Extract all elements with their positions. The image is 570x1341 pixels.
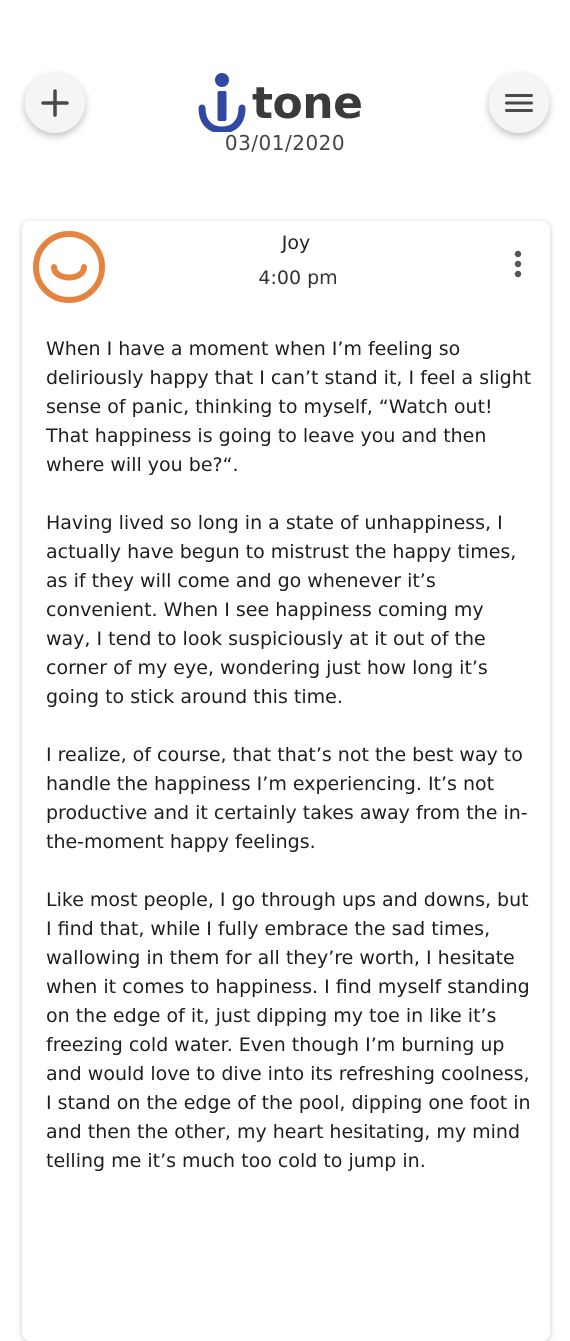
add-entry-button[interactable] (25, 73, 85, 133)
app-name: tone (252, 78, 363, 129)
entry-body: When I have a moment when I’m feeling so… (46, 335, 534, 1205)
entry-paragraph: Like most people, I go through ups and d… (46, 889, 531, 1172)
tone-logo-icon (198, 73, 246, 132)
vertical-dots-icon (514, 250, 522, 278)
entry-options-button[interactable] (506, 249, 530, 281)
hamburger-menu-icon (505, 94, 533, 112)
entry-mood-label: Joy (281, 232, 311, 254)
entry-time: 4:00 pm (258, 267, 338, 289)
menu-button[interactable] (489, 73, 549, 133)
entry-paragraph: I realize, of course, that that’s not th… (46, 744, 528, 853)
app-header: tone 03/01/2020 (0, 0, 570, 200)
journal-entry-card: Joy 4:00 pm When I have a moment when I’… (22, 221, 550, 1341)
entry-paragraph: When I have a moment when I’m feeling so… (46, 338, 532, 476)
header-date: 03/01/2020 (224, 131, 346, 155)
app-logo: tone (198, 70, 363, 132)
entry-paragraph: Having lived so long in a state of unhap… (46, 512, 517, 708)
plus-icon (41, 89, 69, 117)
